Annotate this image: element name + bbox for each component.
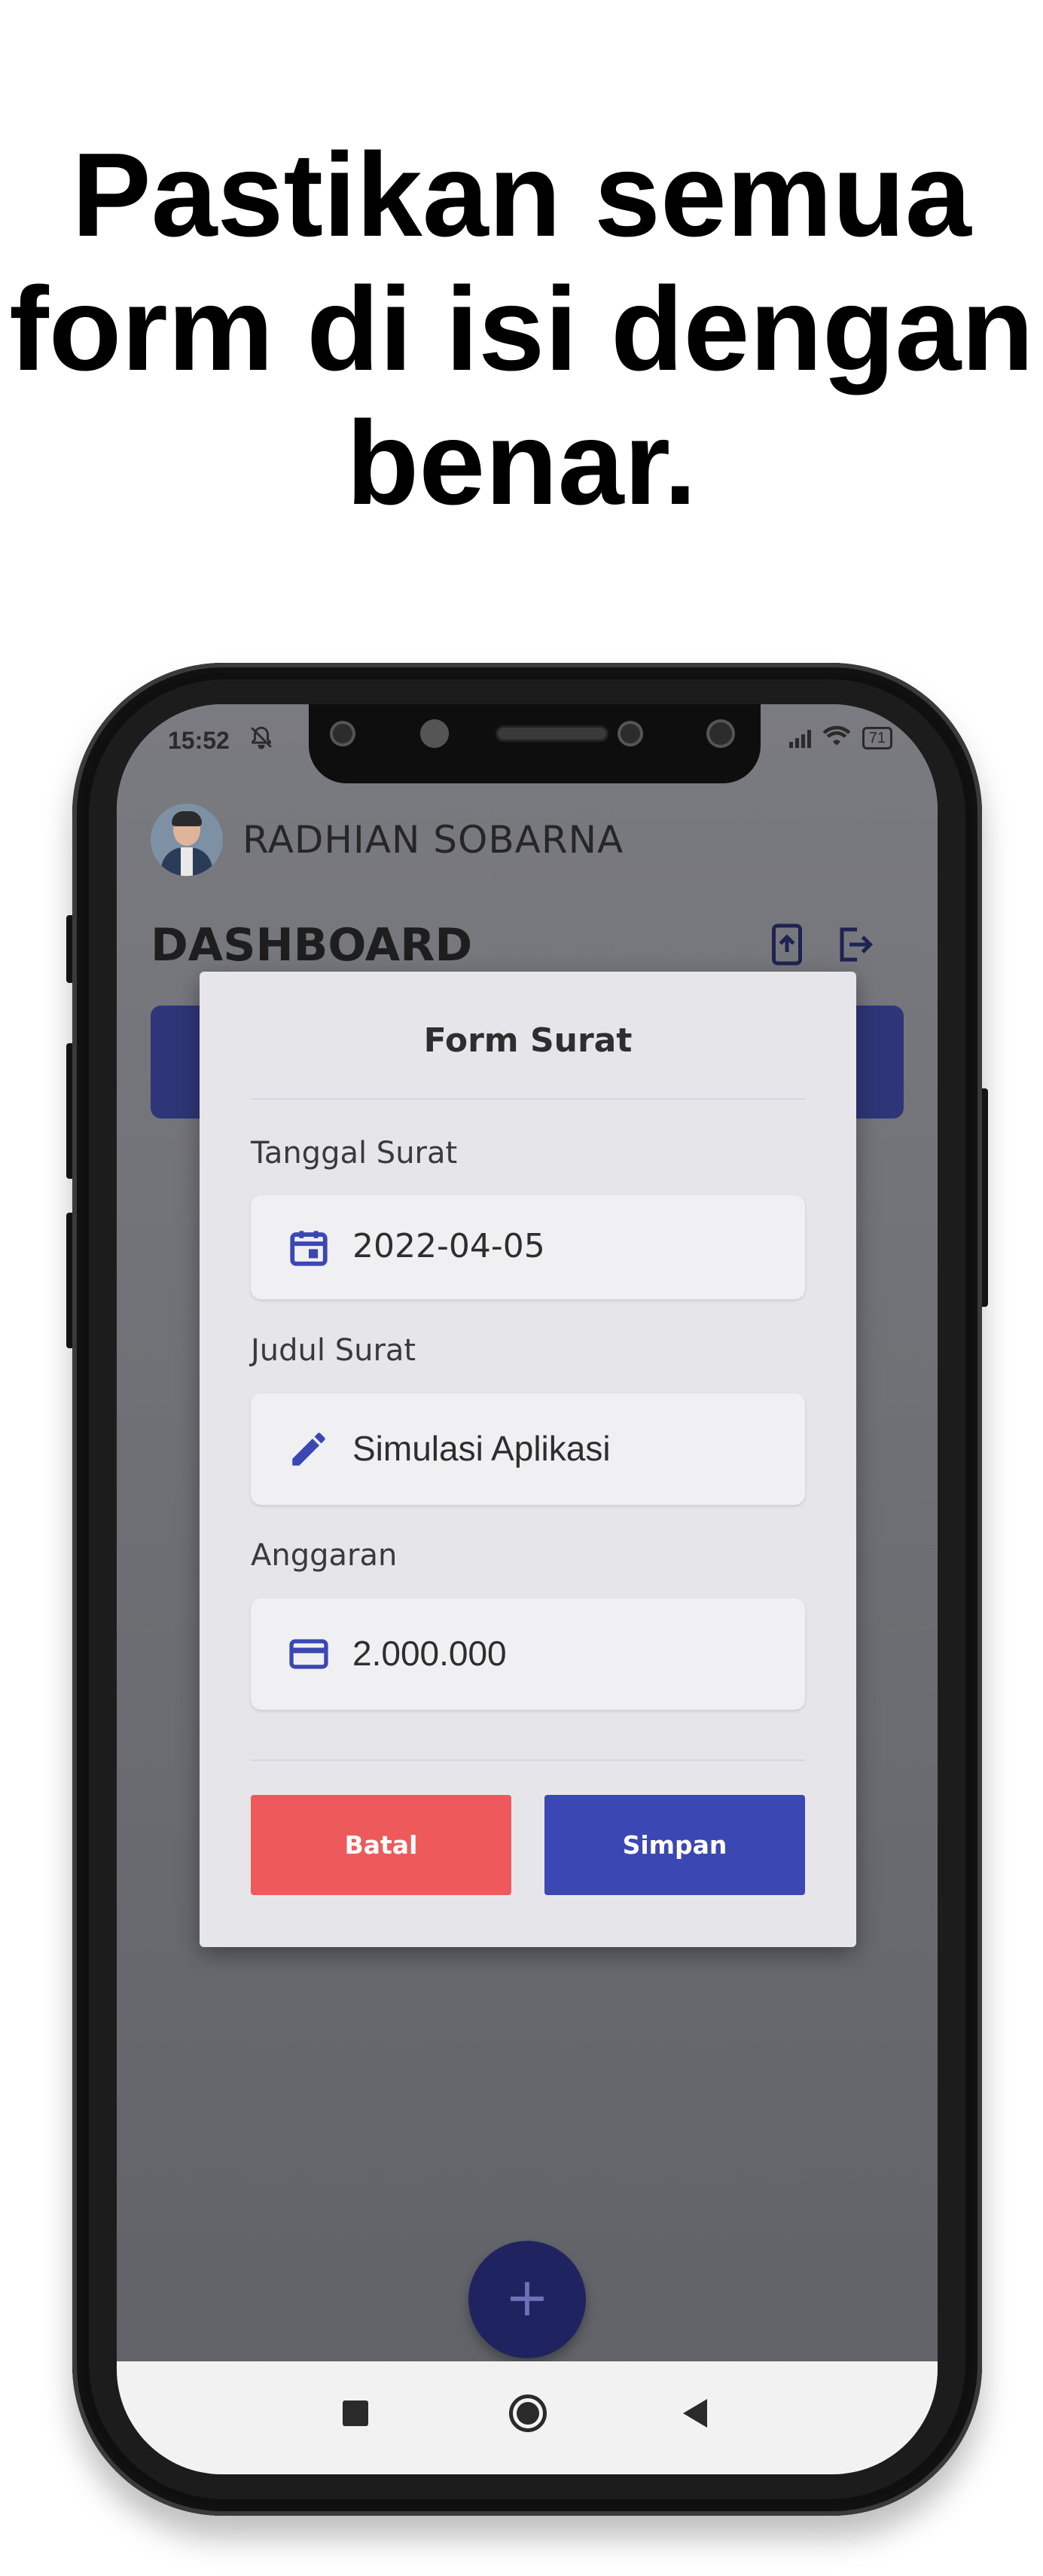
recents-button[interactable] — [343, 2401, 368, 2426]
pencil-icon — [287, 1427, 331, 1471]
divider — [251, 1098, 805, 1100]
battery-indicator: 71 — [862, 727, 892, 749]
headline-line-1: Pastikan semua — [72, 129, 971, 261]
status-time: 15:52 — [168, 727, 230, 754]
anggaran-value: 2.000.000 — [352, 1634, 507, 1673]
tanggal-surat-label: Tanggal Surat — [251, 1136, 458, 1170]
tanggal-surat-value: 2022-04-05 — [352, 1227, 545, 1265]
cancel-button[interactable]: Batal — [251, 1795, 511, 1895]
proximity-sensor-icon — [706, 719, 735, 748]
logout-icon[interactable] — [831, 921, 876, 968]
add-button[interactable]: + — [468, 2241, 586, 2358]
save-button[interactable]: Simpan — [544, 1795, 805, 1895]
judul-surat-field[interactable]: Simulasi Aplikasi — [251, 1393, 805, 1505]
signal-icon — [788, 728, 811, 748]
wifi-icon — [822, 725, 852, 751]
user-header: RADHIAN SOBARNA — [151, 804, 624, 876]
tanggal-surat-field[interactable]: 2022-04-05 — [251, 1195, 805, 1299]
judul-surat-value: Simulasi Aplikasi — [352, 1429, 611, 1468]
back-button[interactable] — [683, 2399, 707, 2428]
anggaran-field[interactable]: 2.000.000 — [251, 1598, 805, 1710]
front-camera-icon — [618, 721, 643, 746]
user-name: RADHIAN SOBARNA — [242, 818, 624, 862]
home-button[interactable] — [509, 2394, 547, 2432]
promo-headline: Pastikan semua form di isi dengan benar. — [0, 128, 1043, 530]
credit-card-icon — [287, 1632, 331, 1676]
divider — [251, 1760, 805, 1761]
earpiece-speaker — [496, 725, 608, 742]
bell-muted-icon — [249, 725, 274, 756]
headline-line-3: benar. — [346, 397, 697, 530]
page-title: DASHBOARD — [151, 919, 473, 972]
status-icons: 71 — [788, 725, 892, 751]
system-nav-bar — [117, 2361, 938, 2474]
anggaran-label: Anggaran — [251, 1538, 398, 1573]
camera-icon — [420, 719, 449, 748]
phone-notch — [309, 704, 761, 783]
upload-document-icon[interactable] — [764, 921, 810, 968]
form-surat-dialog: Form Surat Tanggal Surat 2022-04-05 Judu… — [200, 972, 856, 1947]
headline-line-2: form di isi dengan — [9, 263, 1034, 395]
sensor-icon — [330, 721, 355, 746]
dialog-title: Form Surat — [423, 1021, 633, 1060]
calendar-icon — [287, 1225, 331, 1269]
avatar[interactable] — [151, 804, 223, 876]
judul-surat-label: Judul Surat — [251, 1333, 416, 1368]
